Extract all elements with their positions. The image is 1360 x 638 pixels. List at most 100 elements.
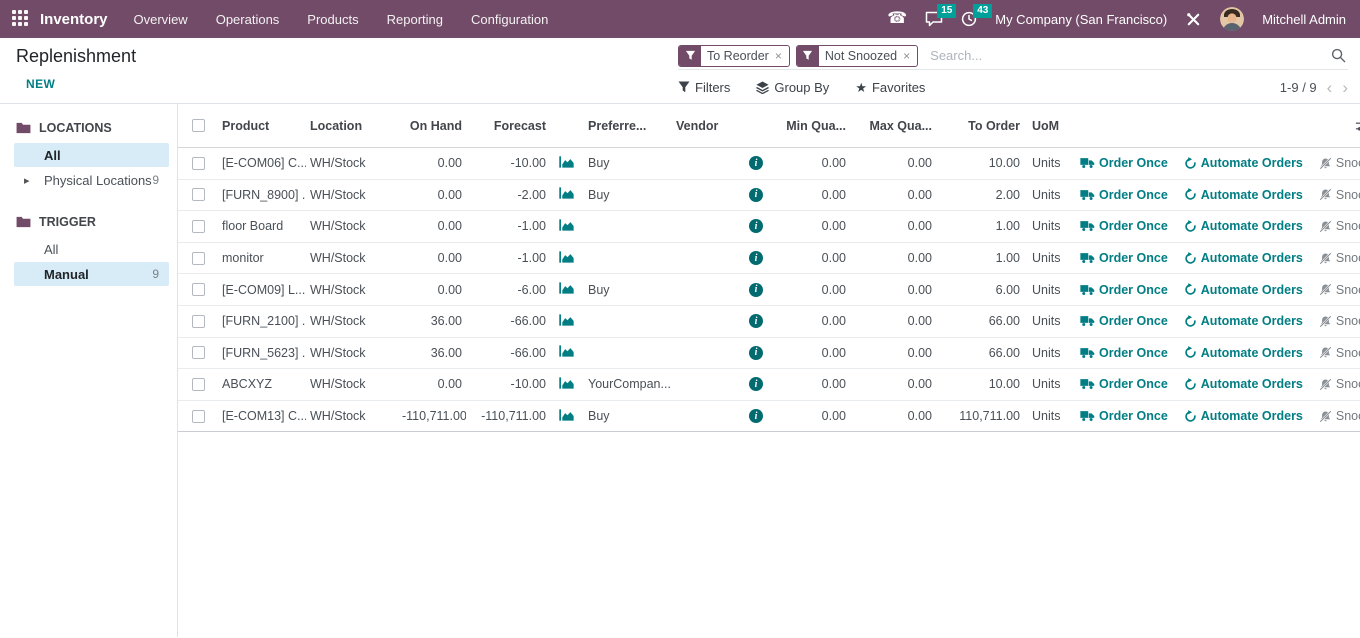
company-switcher[interactable]: My Company (San Francisco) (995, 12, 1167, 27)
forecast-report-graph-icon[interactable] (559, 408, 576, 425)
table-row[interactable]: floor Board WH/Stock 0.00 -1.00 i 0.00 0… (178, 211, 1360, 243)
info-icon[interactable]: i (749, 219, 763, 233)
table-row[interactable]: [FURN_8900] ... WH/Stock 0.00 -2.00 Buy … (178, 180, 1360, 212)
pager-previous-icon[interactable]: ‹ (1327, 79, 1333, 96)
info-icon[interactable]: i (749, 251, 763, 265)
header-preferred-route[interactable]: Preferre... (584, 119, 672, 133)
adjust-columns-icon[interactable] (1355, 119, 1360, 136)
header-on-hand[interactable]: On Hand (398, 119, 466, 133)
snooze-button[interactable]: Snooze (1319, 251, 1360, 265)
search-bar[interactable]: To Reorder × Not Snoozed × (678, 42, 1348, 70)
user-avatar[interactable] (1220, 7, 1244, 31)
snooze-button[interactable]: Snooze (1319, 219, 1360, 233)
row-checkbox[interactable] (192, 252, 205, 265)
user-menu[interactable]: Mitchell Admin (1262, 12, 1346, 27)
sidebar-item-physical-locations[interactable]: ▸ Physical Locations 9 (14, 168, 169, 192)
forecast-report-graph-icon[interactable] (559, 344, 576, 361)
automate-orders-button[interactable]: Automate Orders (1184, 188, 1303, 202)
header-uom[interactable]: UoM (1024, 119, 1072, 133)
automate-orders-button[interactable]: Automate Orders (1184, 409, 1303, 423)
automate-orders-button[interactable]: Automate Orders (1184, 219, 1303, 233)
order-once-button[interactable]: Order Once (1080, 219, 1168, 233)
automate-orders-button[interactable]: Automate Orders (1184, 251, 1303, 265)
row-checkbox[interactable] (192, 410, 205, 423)
order-once-button[interactable]: Order Once (1080, 156, 1168, 170)
menu-configuration[interactable]: Configuration (471, 12, 548, 27)
forecast-report-graph-icon[interactable] (559, 186, 576, 203)
menu-reporting[interactable]: Reporting (387, 12, 443, 27)
pager-next-icon[interactable]: › (1342, 79, 1348, 96)
snooze-button[interactable]: Snooze (1319, 377, 1360, 391)
menu-operations[interactable]: Operations (216, 12, 280, 27)
table-row[interactable]: ABCXYZ WH/Stock 0.00 -10.00 YourCompan..… (178, 369, 1360, 401)
messages-icon[interactable]: 15 (925, 11, 943, 27)
snooze-button[interactable]: Snooze (1319, 346, 1360, 360)
app-name[interactable]: Inventory (40, 11, 108, 28)
info-icon[interactable]: i (749, 346, 763, 360)
snooze-button[interactable]: Snooze (1319, 188, 1360, 202)
table-row[interactable]: monitor WH/Stock 0.00 -1.00 i 0.00 0.00 … (178, 243, 1360, 275)
forecast-report-graph-icon[interactable] (559, 250, 576, 267)
sidebar-item-locations-all[interactable]: All (14, 143, 169, 167)
info-icon[interactable]: i (749, 283, 763, 297)
row-checkbox[interactable] (192, 220, 205, 233)
sidebar-item-trigger-all[interactable]: All (14, 237, 169, 261)
info-icon[interactable]: i (749, 377, 763, 391)
table-row[interactable]: [FURN_5623] ... WH/Stock 36.00 -66.00 i … (178, 338, 1360, 370)
snooze-button[interactable]: Snooze (1319, 409, 1360, 423)
row-checkbox[interactable] (192, 283, 205, 296)
expand-caret-icon[interactable]: ▸ (24, 174, 30, 187)
forecast-report-graph-icon[interactable] (559, 155, 576, 172)
header-location[interactable]: Location (306, 119, 398, 133)
forecast-report-graph-icon[interactable] (559, 376, 576, 393)
automate-orders-button[interactable]: Automate Orders (1184, 346, 1303, 360)
menu-products[interactable]: Products (307, 12, 358, 27)
search-icon[interactable] (1331, 48, 1346, 63)
menu-overview[interactable]: Overview (134, 12, 188, 27)
new-button[interactable]: NEW (26, 77, 55, 91)
sidebar-item-trigger-manual[interactable]: Manual 9 (14, 262, 169, 286)
header-forecast[interactable]: Forecast (466, 119, 550, 133)
order-once-button[interactable]: Order Once (1080, 377, 1168, 391)
row-checkbox[interactable] (192, 157, 205, 170)
row-checkbox[interactable] (192, 315, 205, 328)
info-icon[interactable]: i (749, 314, 763, 328)
row-checkbox[interactable] (192, 346, 205, 359)
header-to-order[interactable]: To Order (936, 119, 1024, 133)
row-checkbox[interactable] (192, 188, 205, 201)
header-vendor[interactable]: Vendor (672, 119, 744, 133)
header-product[interactable]: Product (218, 119, 306, 133)
snooze-button[interactable]: Snooze (1319, 314, 1360, 328)
select-all-checkbox[interactable] (192, 119, 205, 132)
header-max-quantity[interactable]: Max Qua... (850, 119, 936, 133)
activities-icon[interactable]: 43 (961, 11, 977, 27)
automate-orders-button[interactable]: Automate Orders (1184, 283, 1303, 297)
forecast-report-graph-icon[interactable] (559, 218, 576, 235)
info-icon[interactable]: i (749, 409, 763, 423)
favorites-button[interactable]: ★ Favorites (855, 80, 925, 95)
tools-debug-icon[interactable] (1185, 11, 1202, 28)
filters-button[interactable]: Filters (678, 80, 730, 95)
info-icon[interactable]: i (749, 156, 763, 170)
table-row[interactable]: [E-COM09] L... WH/Stock 0.00 -6.00 Buy i… (178, 274, 1360, 306)
remove-facet-icon[interactable]: × (775, 46, 789, 66)
order-once-button[interactable]: Order Once (1080, 409, 1168, 423)
order-once-button[interactable]: Order Once (1080, 283, 1168, 297)
info-icon[interactable]: i (749, 188, 763, 202)
search-input[interactable] (924, 48, 1331, 63)
table-row[interactable]: [E-COM06] C... WH/Stock 0.00 -10.00 Buy … (178, 148, 1360, 180)
forecast-report-graph-icon[interactable] (559, 313, 576, 330)
automate-orders-button[interactable]: Automate Orders (1184, 156, 1303, 170)
voip-phone-icon[interactable]: ☎ (887, 11, 907, 27)
automate-orders-button[interactable]: Automate Orders (1184, 377, 1303, 391)
order-once-button[interactable]: Order Once (1080, 346, 1168, 360)
order-once-button[interactable]: Order Once (1080, 251, 1168, 265)
automate-orders-button[interactable]: Automate Orders (1184, 314, 1303, 328)
forecast-report-graph-icon[interactable] (559, 281, 576, 298)
snooze-button[interactable]: Snooze (1319, 283, 1360, 297)
table-row[interactable]: [FURN_2100] ... WH/Stock 36.00 -66.00 i … (178, 306, 1360, 338)
order-once-button[interactable]: Order Once (1080, 314, 1168, 328)
remove-facet-icon[interactable]: × (903, 46, 917, 66)
table-row[interactable]: [E-COM13] C... WH/Stock -110,711.00 -110… (178, 401, 1360, 433)
row-checkbox[interactable] (192, 378, 205, 391)
